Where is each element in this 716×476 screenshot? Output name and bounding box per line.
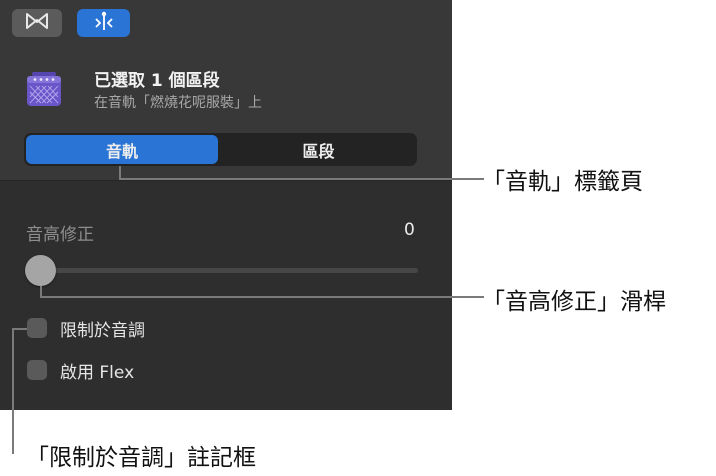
smart-controls-icon bbox=[91, 10, 117, 36]
callout-line-checkbox-h bbox=[12, 328, 27, 330]
callout-line-slider-h bbox=[40, 296, 484, 298]
pitch-correction-label: 音高修正 bbox=[26, 225, 94, 245]
pitch-correction-slider-knob[interactable] bbox=[25, 255, 56, 286]
region-title: 已選取 1 個區段 bbox=[94, 71, 220, 91]
pitch-correction-slider[interactable] bbox=[40, 268, 418, 273]
limit-to-key-label: 限制於音調 bbox=[60, 321, 145, 341]
amp-icon bbox=[24, 69, 64, 109]
inspector-tabs: 音軌 區段 bbox=[24, 133, 417, 166]
tab-track[interactable]: 音軌 bbox=[26, 135, 218, 164]
limit-to-key-checkbox[interactable] bbox=[27, 318, 47, 338]
callout-track-tab: 「音軌」標籤頁 bbox=[482, 169, 643, 195]
callout-pitch-slider: 「音高修正」滑桿 bbox=[482, 289, 666, 315]
callout-line-checkbox-v bbox=[12, 328, 14, 454]
tuner-button[interactable] bbox=[12, 9, 62, 37]
inspector-panel: 已選取 1 個區段 在音軌「燃燒花呢服裝」上 音軌 區段 音高修正 0 限制於音… bbox=[0, 0, 452, 410]
tuner-icon bbox=[24, 11, 50, 35]
smart-controls-button[interactable] bbox=[77, 9, 130, 37]
callout-line-track-tab-h bbox=[119, 178, 484, 180]
pitch-correction-value: 0 bbox=[404, 220, 415, 240]
tab-region[interactable]: 區段 bbox=[222, 135, 415, 164]
region-header: 已選取 1 個區段 在音軌「燃燒花呢服裝」上 音軌 區段 bbox=[0, 0, 452, 181]
enable-flex-checkbox[interactable] bbox=[27, 360, 47, 380]
callout-limit-checkbox: 「限制於音調」註記框 bbox=[26, 445, 256, 471]
enable-flex-label: 啟用 Flex bbox=[60, 363, 135, 383]
region-subtitle: 在音軌「燃燒花呢服裝」上 bbox=[94, 95, 262, 111]
